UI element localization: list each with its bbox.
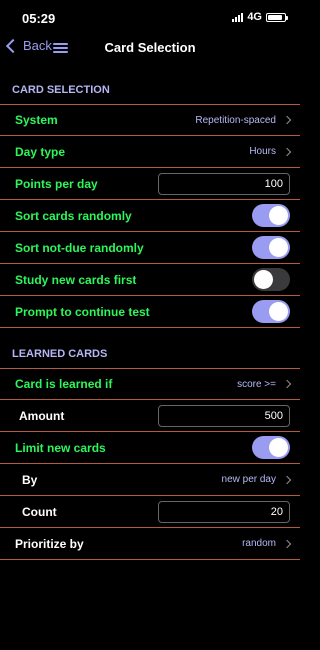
prompt-to-continue-test-row: Prompt to continue test	[0, 296, 300, 328]
sort-not-due-randomly-row: Sort not-due randomly	[0, 232, 300, 264]
count-input[interactable]: 20	[158, 500, 290, 523]
system-value-text: Repetition-spaced	[195, 114, 276, 126]
card-is-learned-if-value[interactable]: score >=	[237, 378, 292, 390]
day-type-label: Day type	[15, 144, 66, 159]
chevron-right-icon	[282, 115, 292, 125]
limit-new-cards-label: Limit new cards	[15, 440, 106, 455]
prompt-to-continue-test-label: Prompt to continue test	[15, 304, 150, 319]
toggle-knob	[269, 302, 288, 321]
sort-not-due-randomly-label: Sort not-due randomly	[15, 240, 144, 255]
limit-new-cards-toggle[interactable]	[252, 436, 290, 459]
points-per-day-label: Points per day	[15, 176, 98, 191]
chevron-right-icon	[282, 475, 292, 484]
network-label: 4G	[247, 11, 262, 23]
study-new-cards-first-row: Study new cards first	[0, 264, 300, 296]
status-time: 05:29	[22, 11, 56, 26]
prioritize-by-value-text: random	[242, 538, 276, 549]
prompt-to-continue-test-toggle[interactable]	[252, 300, 290, 323]
prioritize-by-value[interactable]: random	[242, 538, 292, 549]
system-value[interactable]: Repetition-spaced	[195, 114, 292, 126]
page-title: Card Selection	[104, 40, 196, 55]
section-header-card-selection: CARD SELECTION	[12, 84, 110, 96]
sort-cards-randomly-toggle[interactable]	[252, 204, 290, 227]
by-value[interactable]: new per day	[221, 474, 292, 485]
navigation-bar: Back Card Selection	[0, 34, 300, 64]
by-label: By	[22, 472, 38, 487]
count-row: Count 20	[0, 496, 300, 528]
sort-not-due-randomly-toggle[interactable]	[252, 236, 290, 259]
study-new-cards-first-label: Study new cards first	[15, 272, 137, 287]
points-per-day-row: Points per day 100	[0, 168, 300, 200]
battery-fill	[268, 14, 282, 20]
chevron-right-icon	[282, 379, 292, 389]
sort-cards-randomly-row: Sort cards randomly	[0, 200, 300, 232]
card-is-learned-if-row[interactable]: Card is learned if score >=	[0, 368, 300, 400]
status-indicators: 4G	[232, 11, 288, 23]
chevron-right-icon	[282, 147, 292, 156]
system-label: System	[15, 113, 58, 127]
day-type-value[interactable]: Hours	[249, 146, 292, 157]
amount-label: Amount	[19, 408, 65, 423]
by-row[interactable]: By new per day	[0, 464, 300, 496]
card-is-learned-if-label: Card is learned if	[15, 377, 113, 391]
amount-row: Amount 500	[0, 400, 300, 432]
toggle-knob	[269, 438, 288, 457]
card-is-learned-if-value-text: score >=	[237, 378, 276, 390]
signal-icon	[232, 12, 244, 22]
battery-icon	[266, 12, 288, 22]
points-per-day-input[interactable]: 100	[158, 172, 290, 195]
toggle-knob	[269, 206, 288, 225]
study-new-cards-first-toggle[interactable]	[252, 268, 290, 291]
limit-new-cards-row: Limit new cards	[0, 432, 300, 464]
status-bar: 05:29 4G	[0, 0, 300, 34]
chevron-right-icon	[282, 539, 292, 548]
day-type-row[interactable]: Day type Hours	[0, 136, 300, 168]
settings-content: CARD SELECTION System Repetition-spaced …	[0, 64, 300, 560]
amount-input[interactable]: 500	[158, 404, 290, 427]
section-header-learned-cards: LEARNED CARDS	[12, 348, 108, 360]
system-row[interactable]: System Repetition-spaced	[0, 104, 300, 136]
prioritize-by-row[interactable]: Prioritize by random	[0, 528, 300, 560]
prioritize-by-label: Prioritize by	[15, 536, 84, 551]
by-value-text: new per day	[221, 474, 276, 485]
count-label: Count	[22, 504, 57, 519]
toggle-knob	[269, 238, 288, 257]
sort-cards-randomly-label: Sort cards randomly	[15, 208, 132, 223]
toggle-knob	[254, 270, 273, 289]
day-type-value-text: Hours	[249, 146, 276, 157]
